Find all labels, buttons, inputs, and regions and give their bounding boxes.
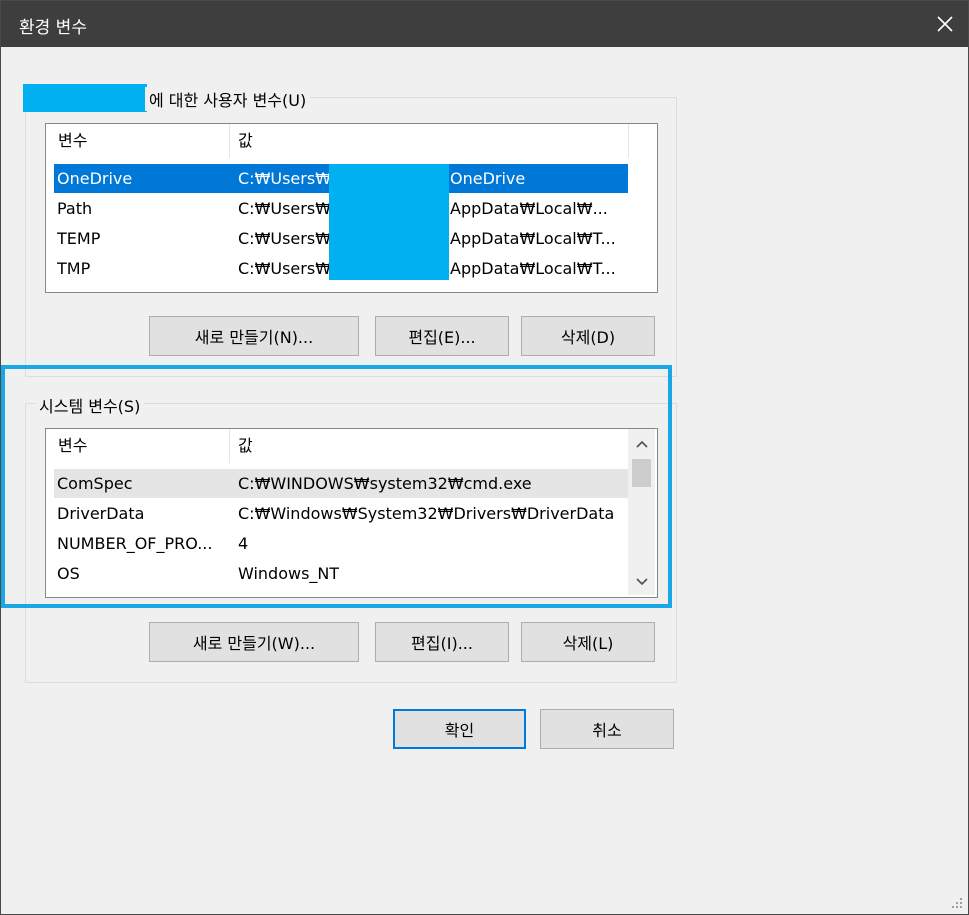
system-variables-highlight (1, 365, 672, 608)
var-name: TEMP (57, 229, 101, 248)
close-button[interactable] (922, 1, 968, 47)
user-variables-label: 에 대한 사용자 변수(U) (145, 87, 311, 111)
close-icon (937, 16, 953, 32)
column-header-variable[interactable]: 변수 (58, 124, 87, 158)
var-value-suffix: OneDrive (450, 169, 526, 188)
username-redaction (23, 84, 147, 112)
system-delete-button[interactable]: 삭제(L) (521, 622, 655, 662)
user-delete-button[interactable]: 삭제(D) (521, 316, 655, 356)
user-edit-button[interactable]: 편집(E)... (375, 316, 509, 356)
cancel-button[interactable]: 취소 (540, 709, 674, 749)
user-variables-list[interactable]: 변수 값 OneDrive C:₩Users₩ OneDrive Path C:… (45, 123, 658, 293)
environment-variables-dialog: 환경 변수 에 대한 사용자 변수(U) 변수 값 OneDrive C:₩Us… (0, 0, 969, 915)
window-title: 환경 변수 (19, 18, 87, 38)
ok-button[interactable]: 확인 (393, 709, 526, 749)
var-value-prefix: C:₩Users₩ (238, 259, 332, 278)
system-edit-button[interactable]: 편집(I)... (375, 622, 509, 662)
resize-grip-icon[interactable] (950, 896, 964, 910)
var-value-prefix: C:₩Users₩ (238, 199, 332, 218)
user-path-redaction (329, 164, 449, 280)
title-bar: 환경 변수 (1, 1, 968, 47)
var-value-suffix: AppData₩Local₩T... (450, 259, 616, 278)
column-header-value[interactable]: 값 (238, 124, 253, 158)
var-value-suffix: AppData₩Local₩T... (450, 229, 616, 248)
var-value-prefix: C:₩Users₩ (238, 169, 332, 188)
var-value-suffix: AppData₩Local₩... (450, 199, 608, 218)
system-new-button[interactable]: 새로 만들기(W)... (149, 622, 359, 662)
var-value-prefix: C:₩Users₩ (238, 229, 332, 248)
user-new-button[interactable]: 새로 만들기(N)... (149, 316, 359, 356)
var-name: Path (57, 199, 93, 218)
var-name: TMP (57, 259, 91, 278)
var-name: OneDrive (57, 169, 133, 188)
